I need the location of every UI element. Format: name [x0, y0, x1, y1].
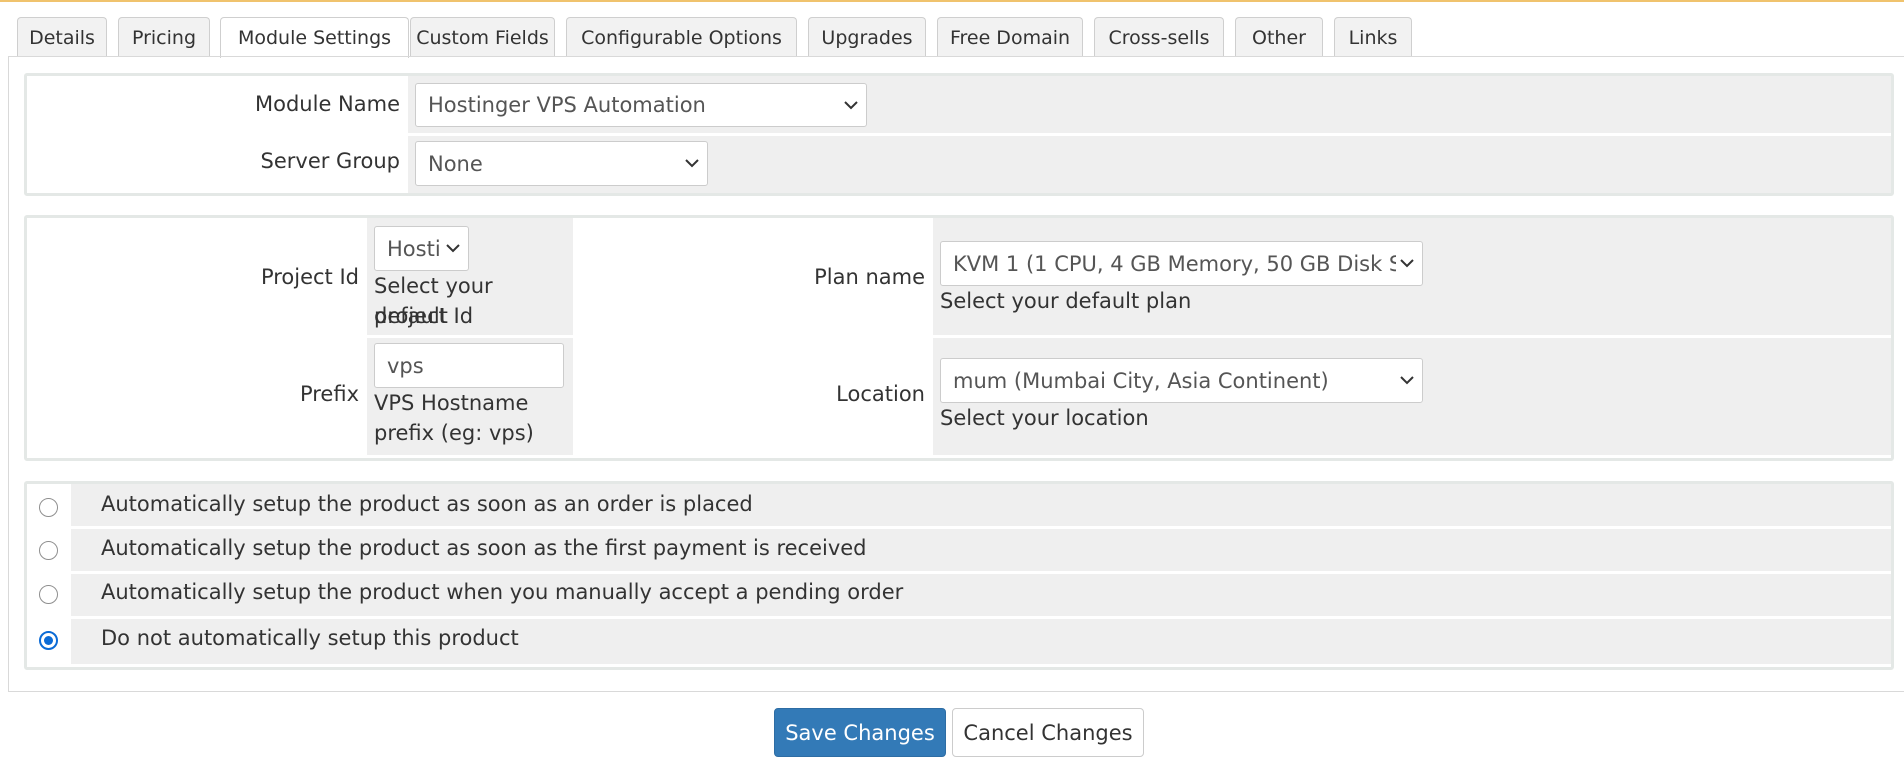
plan-name-help: Select your default plan: [940, 289, 1192, 313]
tab-module-settings[interactable]: Module Settings: [220, 17, 409, 58]
chevron-down-icon: [1396, 370, 1418, 392]
prefix-label: Prefix: [299, 382, 359, 406]
radio-icon[interactable]: [39, 585, 58, 604]
server-group-select[interactable]: None: [415, 141, 708, 186]
project-id-select[interactable]: Hostinger: [374, 226, 469, 271]
autosetup-option-payment[interactable]: Automatically setup the product as soon …: [27, 529, 1891, 571]
project-id-label: Project Id: [260, 265, 359, 289]
module-name-row: Module Name Hostinger VPS Automation: [27, 76, 1891, 133]
config-row-1: Project Id Hostinger Select your default…: [27, 218, 1891, 335]
tab-custom-fields[interactable]: Custom Fields: [410, 17, 555, 57]
chevron-down-icon: [442, 238, 464, 260]
save-changes-button[interactable]: Save Changes: [774, 708, 946, 757]
radio-checked-icon[interactable]: [39, 631, 58, 650]
autosetup-options-table: Automatically setup the product as soon …: [24, 481, 1894, 670]
prefix-help-line2: prefix (eg: vps): [374, 421, 534, 445]
server-group-row: Server Group None: [27, 136, 1891, 193]
config-row-2: Prefix vps VPS Hostname prefix (eg: vps)…: [27, 338, 1891, 455]
radio-icon[interactable]: [39, 498, 58, 517]
tab-pricing[interactable]: Pricing: [118, 17, 210, 57]
chevron-down-icon: [681, 153, 703, 175]
plan-name-select[interactable]: KVM 1 (1 CPU, 4 GB Memory, 50 GB Disk Sp…: [940, 241, 1423, 286]
module-name-select[interactable]: Hostinger VPS Automation: [415, 83, 867, 127]
project-id-help-line2: project Id: [374, 304, 474, 328]
tab-links[interactable]: Links: [1334, 17, 1412, 57]
tab-configurable-options[interactable]: Configurable Options: [566, 17, 797, 57]
tab-free-domain[interactable]: Free Domain: [937, 17, 1083, 57]
top-alert-border: [0, 0, 1904, 2]
autosetup-option-order[interactable]: Automatically setup the product as soon …: [27, 484, 1891, 526]
location-select[interactable]: mum (Mumbai City, Asia Continent): [940, 358, 1423, 403]
tab-details[interactable]: Details: [17, 17, 107, 57]
chevron-down-icon: [1396, 253, 1418, 275]
tab-cross-sells[interactable]: Cross-sells: [1094, 17, 1224, 57]
tab-divider: [8, 56, 1904, 57]
autosetup-option-manual[interactable]: Automatically setup the product when you…: [27, 574, 1891, 616]
module-name-label: Module Name: [255, 92, 400, 116]
server-group-label: Server Group: [260, 149, 400, 173]
tab-upgrades[interactable]: Upgrades: [808, 17, 926, 57]
chevron-down-icon: [840, 94, 862, 116]
prefix-help-line1: VPS Hostname: [374, 391, 529, 415]
location-help: Select your location: [940, 406, 1149, 430]
autosetup-option-none[interactable]: Do not automatically setup this product: [27, 619, 1891, 664]
module-config-table: Project Id Hostinger Select your default…: [24, 215, 1894, 461]
cancel-changes-button[interactable]: Cancel Changes: [952, 708, 1144, 757]
tab-other[interactable]: Other: [1235, 17, 1323, 57]
radio-icon[interactable]: [39, 541, 58, 560]
plan-name-label: Plan name: [814, 265, 925, 289]
module-settings-table: Module Name Hostinger VPS Automation Ser…: [24, 73, 1894, 196]
location-label: Location: [836, 382, 925, 406]
prefix-input[interactable]: vps: [374, 343, 564, 388]
